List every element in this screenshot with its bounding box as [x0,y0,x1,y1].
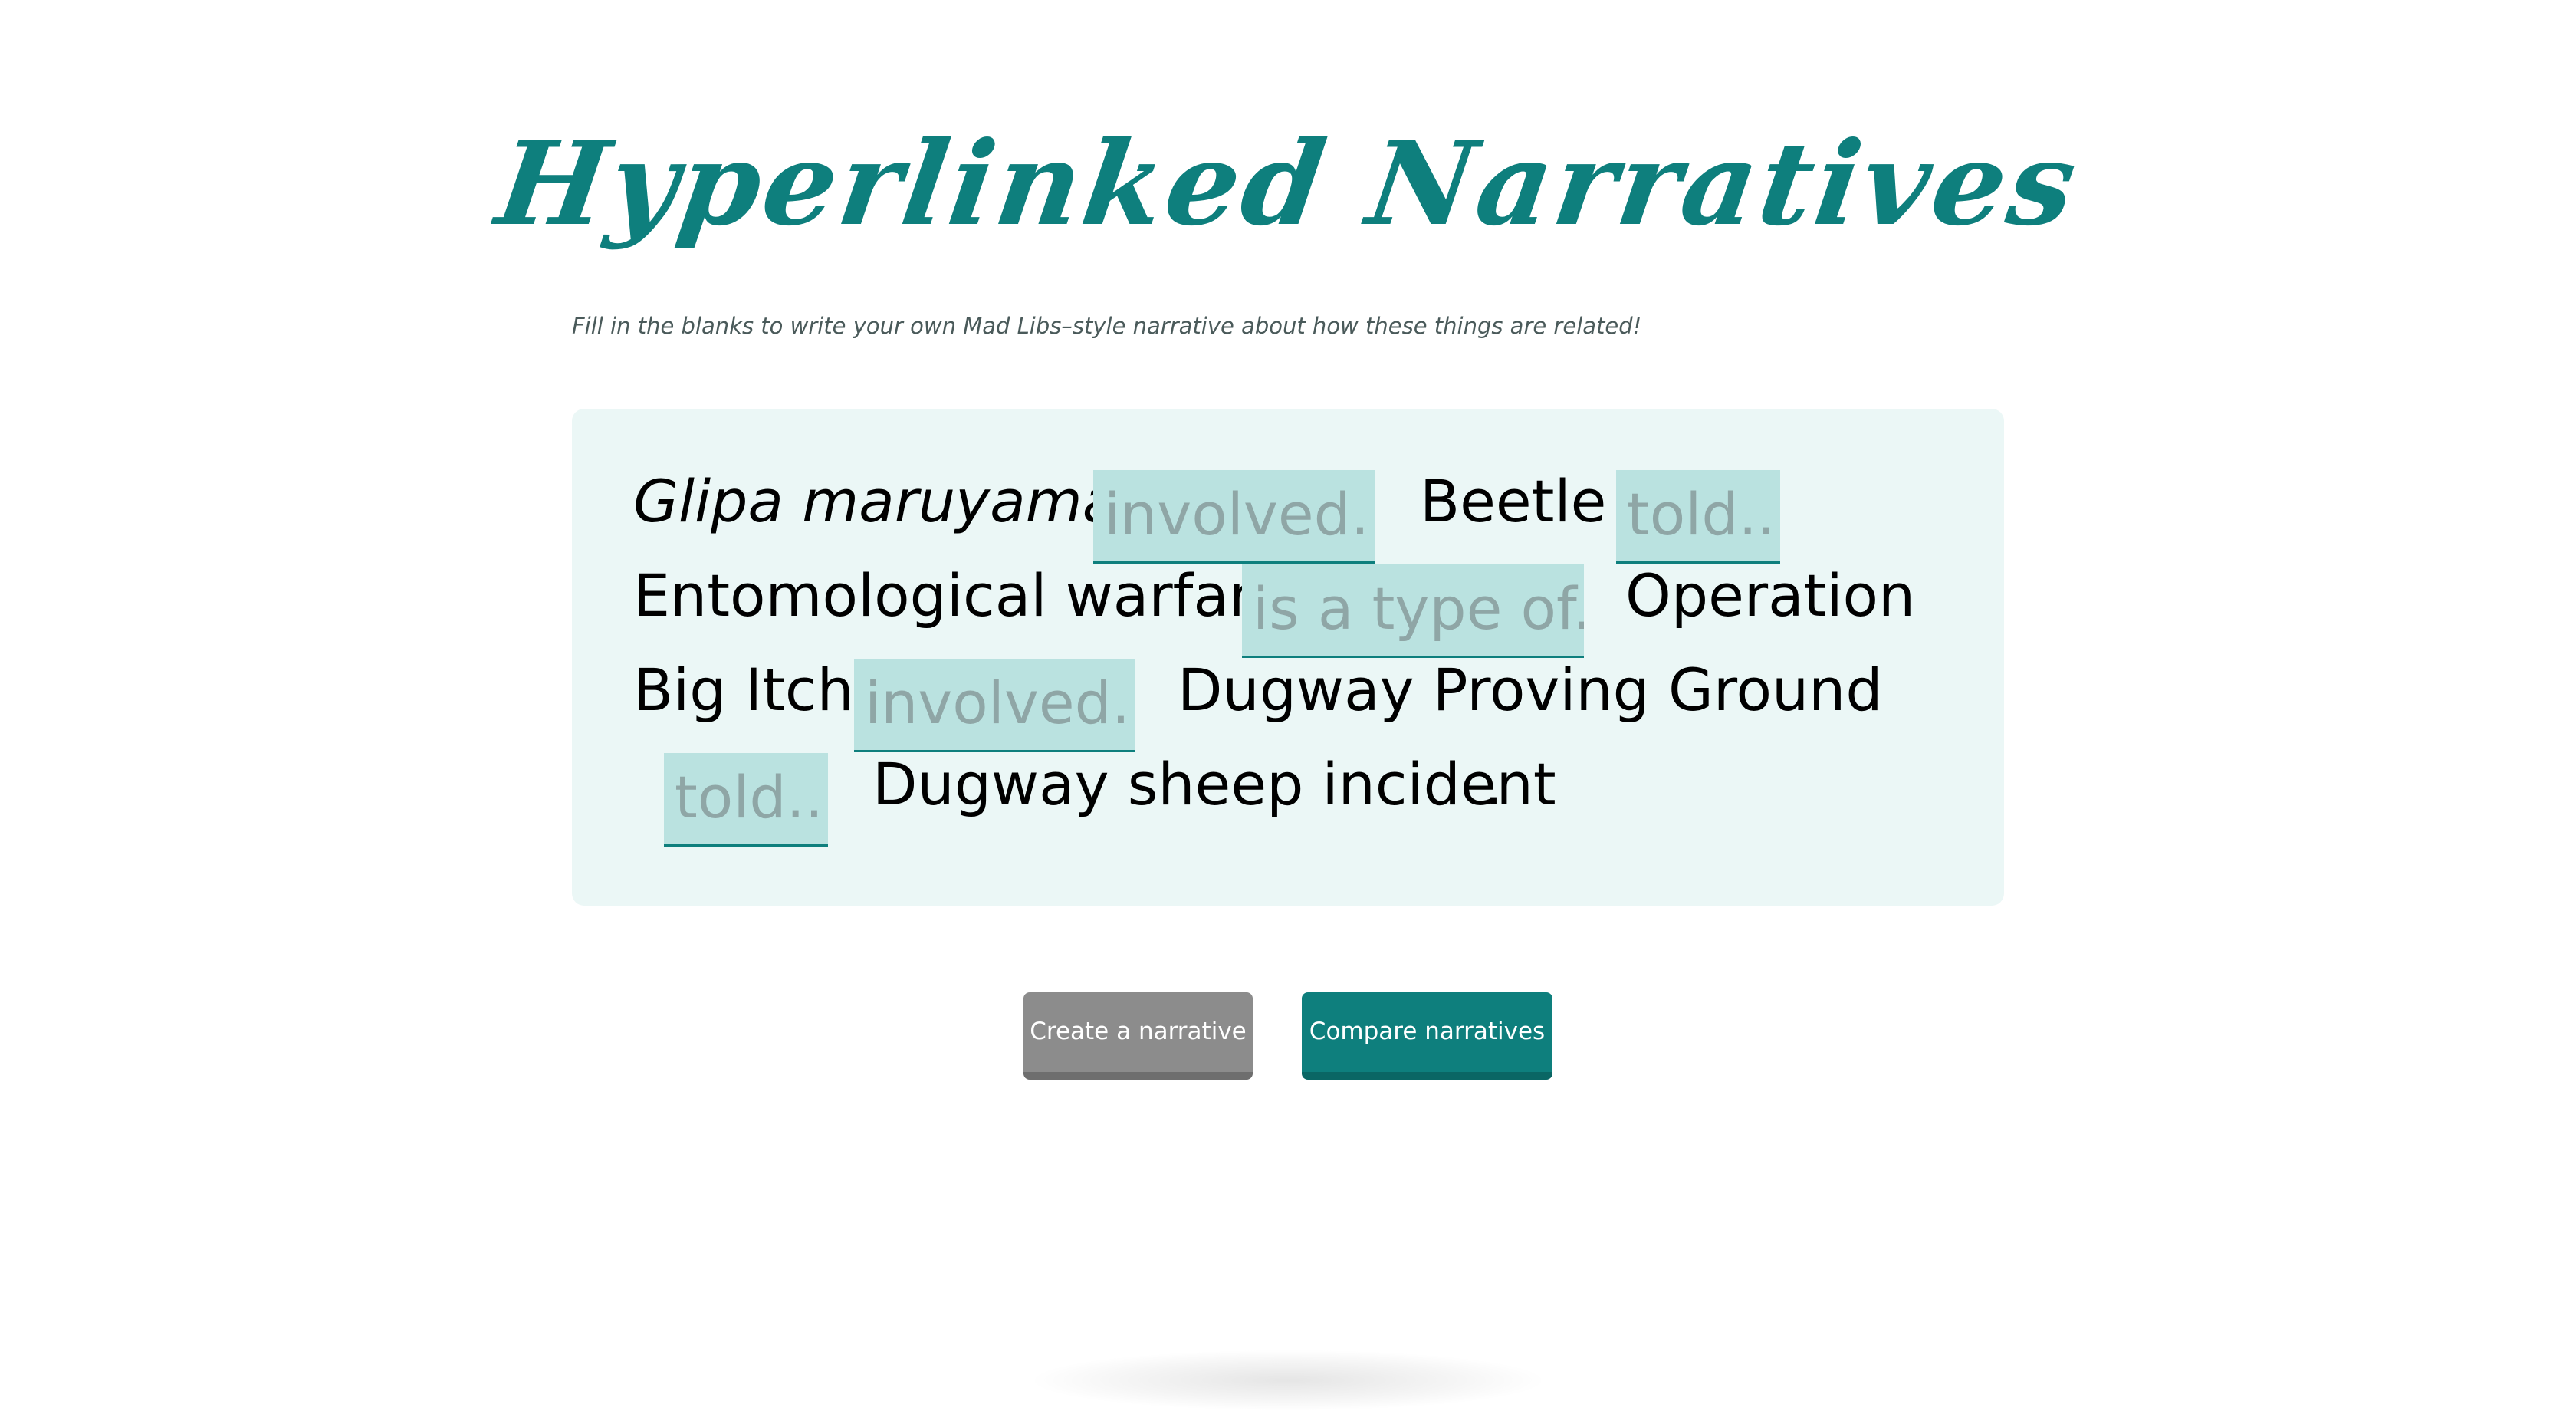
entity-beetle: Beetle [1420,467,1607,535]
entity-dugway-sheep-incident: Dugway sheep incident [872,750,1556,818]
entity-operation-big-itch-part2: Big Itch [633,656,854,724]
create-narrative-button[interactable]: Create a narrative [1024,992,1253,1080]
bottom-shadow-decoration [1027,1350,1549,1411]
compare-narratives-button[interactable]: Compare narratives [1302,992,1552,1080]
blank-relation-5[interactable]: told... [664,753,828,847]
instructions-text: Fill in the blanks to write your own Mad… [572,313,1642,339]
entity-entomological-warfare: Entomological warfare [633,561,1288,630]
entity-operation-big-itch-part1: Operation [1625,561,1916,630]
entity-dugway-proving-ground: Dugway Proving Ground [1178,656,1883,724]
entity-glipa-maruyamai: Glipa maruyamai [633,467,1135,535]
narrative-box: Glipa maruyamai involved... Beetle told.… [572,409,2004,906]
page-title: Hyperlinked Narratives [489,117,2087,252]
narrative-period: . [1484,750,1503,818]
